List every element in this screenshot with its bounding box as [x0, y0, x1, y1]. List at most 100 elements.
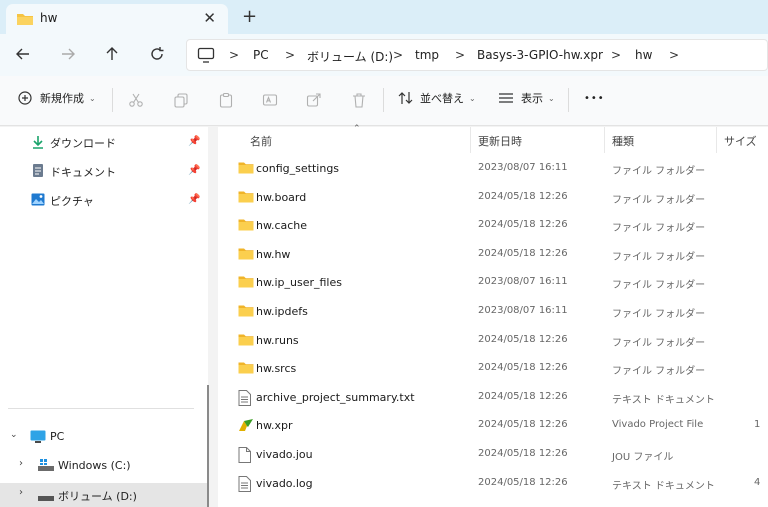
folder-icon [238, 275, 254, 291]
drive-icon [38, 492, 54, 505]
file-row[interactable]: hw.ip_user_files 2023/08/07 16:11 ファイル フォル… [232, 269, 768, 297]
pin-icon[interactable]: 📌 [188, 136, 200, 147]
sidebar-scrollbar[interactable] [207, 385, 209, 507]
new-tab-button[interactable]: + [242, 6, 257, 27]
refresh-button[interactable] [146, 43, 168, 65]
column-header-type[interactable]: 種類 [612, 133, 634, 149]
breadcrumb-tmp[interactable]: tmp [415, 48, 439, 62]
sidebar-item-label: ドキュメント [50, 166, 116, 179]
folder-icon [16, 12, 34, 29]
more-icon: ••• [584, 93, 605, 104]
file-row[interactable]: archive_project_summary.txt 2024/05/18 12… [232, 384, 768, 412]
file-row[interactable]: config_settings 2023/08/07 16:11 ファイル フォルダ… [232, 155, 768, 183]
sidebar-item-label: PC [50, 430, 65, 443]
monitor-icon [197, 47, 215, 66]
file-row[interactable]: hw.hw 2024/05/18 12:26 ファイル フォルダー [232, 241, 768, 269]
column-header-size[interactable]: サイズ [724, 133, 757, 149]
sidebar-item-documents[interactable]: ドキュメント 📌 [0, 158, 208, 184]
rename-icon[interactable] [262, 92, 278, 108]
new-button[interactable]: 新規作成 ⌄ [18, 90, 96, 106]
folder-icon [238, 304, 254, 320]
back-button[interactable] [12, 43, 34, 65]
file-date: 2024/05/18 12:26 [478, 362, 568, 374]
sort-ascending-icon: ⌃ [353, 124, 361, 134]
more-options-button[interactable]: ••• [584, 93, 605, 104]
sort-button[interactable]: 並べ替え ⌄ [398, 90, 476, 106]
sidebar-item-pc[interactable]: ⌄ PC [0, 424, 208, 450]
up-button[interactable] [101, 43, 123, 65]
file-name: hw.ipdefs [256, 305, 308, 318]
file-row[interactable]: hw.runs 2024/05/18 12:26 ファイル フォルダー [232, 327, 768, 355]
sidebar-item-pictures[interactable]: ピクチャ 📌 [0, 187, 208, 213]
breadcrumb-separator[interactable]: > [669, 48, 679, 62]
chevron-right-icon[interactable]: › [19, 487, 23, 498]
forward-button[interactable] [57, 43, 79, 65]
sidebar-item-windows-c[interactable]: › Windows (C:) [0, 453, 208, 479]
refresh-icon [151, 47, 164, 60]
pin-icon[interactable]: 📌 [188, 165, 200, 176]
breadcrumb-pc[interactable]: PC [253, 48, 269, 62]
file-name: hw.xpr [256, 419, 293, 433]
file-row[interactable]: hw.board 2024/05/18 12:26 ファイル フォルダー [232, 184, 768, 212]
column-header-date[interactable]: 更新日時 [478, 133, 522, 149]
paste-icon[interactable] [218, 92, 234, 108]
folder-icon [238, 190, 254, 206]
new-button-label: 新規作成 [40, 92, 84, 105]
delete-icon[interactable] [351, 92, 367, 108]
column-divider[interactable] [604, 127, 605, 153]
file-date: 2024/05/18 12:26 [478, 247, 568, 259]
file-row[interactable]: hw.ipdefs 2023/08/07 16:11 ファイル フォルダー [232, 298, 768, 326]
share-icon[interactable] [306, 92, 322, 108]
column-divider[interactable] [470, 127, 471, 153]
column-headers: ⌃ 名前 更新日時 種類 サイズ [218, 124, 768, 153]
file-type: ファイル フォルダー [612, 309, 706, 320]
column-divider[interactable] [716, 127, 717, 153]
text-file-icon [238, 389, 251, 409]
breadcrumb-project[interactable]: Basys-3-GPIO-hw.xpr [477, 48, 603, 62]
view-button[interactable]: 表示 ⌄ [498, 90, 555, 106]
file-name: hw.ip_user_files [256, 276, 342, 290]
sidebar-item-volume-d[interactable]: › ボリューム (D:) [0, 483, 208, 507]
file-date: 2024/05/18 12:26 [478, 333, 568, 345]
file-row[interactable]: vivado.log 2024/05/18 12:26 テキスト ドキュメント 4 [232, 470, 768, 498]
sort-icon [398, 92, 413, 104]
file-name: hw.board [256, 190, 307, 204]
file-name: hw.srcs [256, 362, 297, 376]
address-bar[interactable]: > PC > ボリューム (D:) > tmp > Basys-3-GPIO-h… [186, 39, 768, 71]
breadcrumb-separator: > [229, 48, 240, 62]
breadcrumb-separator: > [285, 48, 296, 62]
sidebar-item-downloads[interactable]: ダウンロード 📌 [0, 129, 208, 155]
breadcrumb-hw[interactable]: hw [635, 48, 652, 62]
file-row[interactable]: hw.srcs 2024/05/18 12:26 ファイル フォルダー [232, 355, 768, 383]
column-header-name[interactable]: 名前 [250, 133, 272, 149]
sidebar-item-label: ダウンロード [50, 137, 116, 150]
file-type: テキスト ドキュメント [612, 394, 715, 406]
file-date: 2024/05/18 12:26 [478, 476, 568, 488]
chevron-right-icon[interactable]: › [19, 458, 23, 469]
cut-icon[interactable] [128, 92, 144, 108]
copy-icon[interactable] [173, 92, 189, 108]
tab-bar: hw ✕ + [0, 0, 768, 34]
chevron-down-icon[interactable]: ⌄ [10, 430, 18, 440]
breadcrumb-separator: > [393, 48, 404, 62]
file-name: archive_project_summary.txt [256, 390, 415, 404]
file-type: ファイル フォルダー [612, 280, 706, 292]
file-type: ファイル フォルダー [612, 166, 706, 177]
sort-button-label: 並べ替え [420, 92, 464, 105]
sidebar-item-label: ピクチャ [50, 195, 94, 208]
pin-icon[interactable]: 📌 [188, 194, 200, 205]
arrow-right-icon [62, 48, 75, 60]
file-row[interactable]: hw.cache 2024/05/18 12:26 ファイル フォルダー [232, 212, 768, 240]
file-row[interactable]: hw.xpr 2024/05/18 12:26 Vivado Project Fil… [232, 412, 768, 440]
view-button-label: 表示 [521, 92, 543, 105]
breadcrumb-volume-d[interactable]: ボリューム (D:) [307, 48, 393, 65]
tab-hw[interactable]: hw ✕ [6, 4, 228, 34]
file-row[interactable]: vivado.jou 2024/05/18 12:26 JOU ファイル [232, 441, 768, 469]
file-name: vivado.jou [256, 448, 313, 461]
close-tab-icon[interactable]: ✕ [203, 9, 216, 27]
file-name: hw.runs [256, 333, 299, 347]
download-icon [32, 135, 44, 152]
windows-drive-icon [38, 459, 54, 474]
tab-title: hw [40, 11, 58, 25]
file-date: 2024/05/18 12:26 [478, 219, 568, 231]
